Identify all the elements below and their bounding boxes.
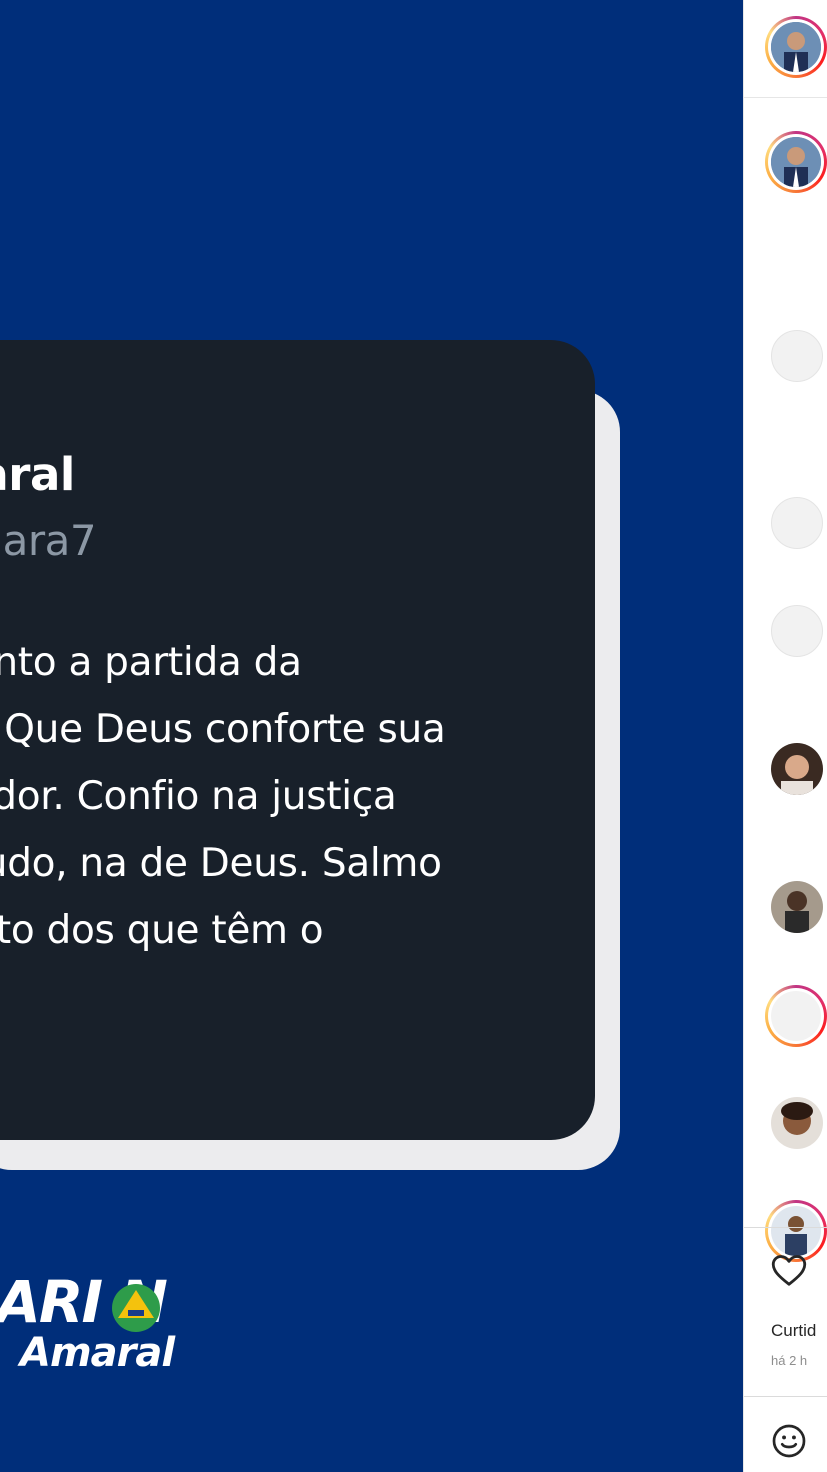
commenter-avatar[interactable]	[771, 605, 823, 657]
tweet-text-line: e tudo, na de Deus. Salmo	[0, 841, 442, 886]
tweet-author-handle: Amara7	[0, 516, 97, 565]
person-photo-icon	[771, 1097, 823, 1149]
tweet-text-line: de dor. Confio na justiça	[0, 774, 397, 819]
person-photo-icon	[771, 743, 823, 795]
header-divider	[744, 97, 827, 98]
person-photo-icon	[771, 137, 821, 187]
person-photo-icon	[771, 881, 823, 933]
tweet-text-line: mento a partida da	[0, 640, 302, 685]
actions-divider	[744, 1227, 827, 1228]
tweet-card: maral Amara7 mento a partida da da. Que …	[0, 340, 595, 1140]
logo-emblem-icon	[112, 1284, 160, 1332]
tweet-text-line: da. Que Deus conforte sua	[0, 707, 446, 752]
heart-icon[interactable]	[771, 1253, 807, 1287]
commenter-avatar[interactable]	[771, 881, 823, 933]
commenter-avatar[interactable]	[771, 330, 823, 382]
comment-box-divider	[744, 1396, 827, 1397]
likes-count-text[interactable]: Curtid	[771, 1321, 816, 1341]
tweet-text-line: perto dos que têm o	[0, 908, 324, 953]
post-timestamp[interactable]: há 2 h	[771, 1353, 807, 1368]
person-photo-icon	[771, 22, 821, 72]
commenter-avatar[interactable]	[771, 743, 823, 795]
post-image: maral Amara7 mento a partida da da. Que …	[0, 0, 743, 1472]
caption-author-avatar[interactable]	[765, 131, 827, 193]
person-photo-icon	[785, 1216, 807, 1256]
commenter-avatar[interactable]	[771, 497, 823, 549]
logo-subtitle: Amaral	[20, 1330, 175, 1376]
comments-sidebar: Curtid há 2 h	[743, 0, 827, 1472]
tweet-author-name: maral	[0, 448, 75, 501]
commenter-avatar[interactable]	[771, 1097, 823, 1149]
commenter-avatar[interactable]	[765, 985, 827, 1047]
emoji-icon[interactable]	[771, 1423, 807, 1459]
author-avatar[interactable]	[765, 16, 827, 78]
